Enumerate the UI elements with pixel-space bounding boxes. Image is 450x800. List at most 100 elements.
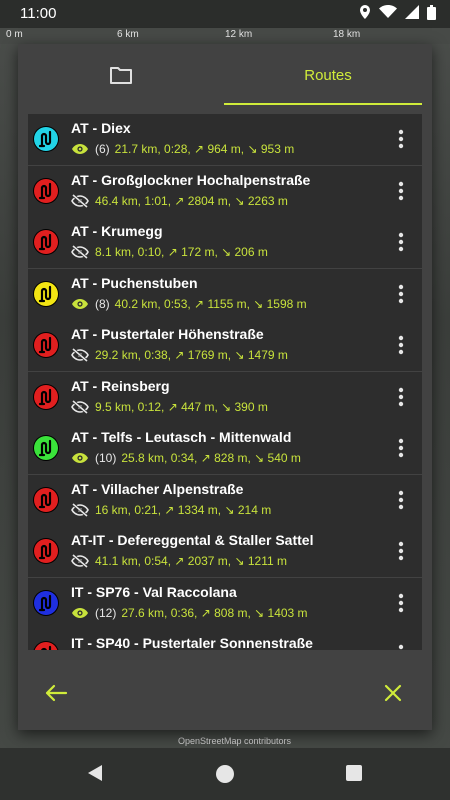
route-title: AT - Puchenstuben <box>71 274 198 291</box>
tab-folder[interactable] <box>18 44 224 106</box>
route-row[interactable]: IT - SP40 - Pustertaler Sonnenstraße <box>28 629 422 650</box>
route-stats: 25.8 km, 0:34, ↗ 828 m, ↘ 540 m <box>121 451 301 465</box>
eye-off-icon[interactable] <box>71 193 89 208</box>
route-subtitle: (12) 27.6 km, 0:36, ↗ 808 m, ↘ 1403 m <box>71 606 308 620</box>
back-button[interactable] <box>44 684 68 707</box>
route-title: AT - Reinsberg <box>71 377 170 394</box>
close-icon <box>384 684 402 702</box>
more-options-icon[interactable] <box>398 232 404 252</box>
route-badge-icon <box>34 436 58 460</box>
route-count: (10) <box>95 451 117 465</box>
route-stats: 46.4 km, 1:01, ↗ 2804 m, ↘ 2263 m <box>95 193 288 208</box>
route-title: IT - SP76 - Val Raccolana <box>71 583 237 600</box>
eye-off-icon[interactable] <box>71 244 89 260</box>
folder-icon <box>110 67 132 84</box>
route-count: (6) <box>95 142 110 156</box>
route-count: (8) <box>95 296 110 311</box>
route-subtitle: (8) 40.2 km, 0:53, ↗ 1155 m, ↘ 1598 m <box>71 297 307 311</box>
more-options-icon[interactable] <box>398 284 404 304</box>
more-options-icon[interactable] <box>398 387 404 407</box>
more-options-icon[interactable] <box>398 490 404 510</box>
route-stats: 8.1 km, 0:10, ↗ 172 m, ↘ 206 m <box>95 245 268 259</box>
status-time: 11:00 <box>20 5 57 22</box>
eye-icon[interactable] <box>71 297 89 311</box>
route-list[interactable]: AT - Diex (6) 21.7 km, 0:28, ↗ 964 m, ↘ 95… <box>28 114 422 650</box>
route-badge-icon <box>34 127 58 151</box>
route-stats: 29.2 km, 0:38, ↗ 1769 m, ↘ 1479 m <box>95 348 288 362</box>
more-options-icon[interactable] <box>398 335 404 355</box>
more-options-icon[interactable] <box>398 181 404 201</box>
route-stats: 16 km, 0:21, ↗ 1334 m, ↘ 214 m <box>95 502 272 517</box>
route-title: AT - Villacher Alpenstraße <box>71 480 244 497</box>
route-badge-icon <box>34 384 58 409</box>
route-badge-icon <box>34 333 58 357</box>
route-row[interactable]: AT - Diex (6) 21.7 km, 0:28, ↗ 964 m, ↘ 95… <box>28 114 422 165</box>
route-row[interactable]: AT - Telfs - Leutasch - Mittenwald (10) 25… <box>28 423 422 474</box>
route-subtitle: 29.2 km, 0:38, ↗ 1769 m, ↘ 1479 m <box>71 347 288 363</box>
route-subtitle: 9.5 km, 0:12, ↗ 447 m, ↘ 390 m <box>71 399 268 414</box>
more-options-icon[interactable] <box>398 593 404 613</box>
scale-label: 0 m <box>6 29 23 40</box>
route-stats: 9.5 km, 0:12, ↗ 447 m, ↘ 390 m <box>95 399 268 414</box>
route-row[interactable]: AT - Großglockner Hochalpenstraße 46.4 km… <box>28 165 422 217</box>
back-nav-icon[interactable] <box>86 764 104 782</box>
arrow-left-icon <box>45 684 68 702</box>
close-button[interactable] <box>384 684 402 707</box>
tab-routes[interactable]: Routes <box>224 44 432 106</box>
route-row[interactable]: AT - Pustertaler Höhenstraße 29.2 km, 0:3… <box>28 320 422 371</box>
route-row[interactable]: AT - Krumegg 8.1 km, 0:10, ↗ 172 m, ↘ 206… <box>28 217 422 268</box>
eye-off-icon[interactable] <box>71 502 89 517</box>
more-options-icon[interactable] <box>398 129 404 149</box>
route-badge-icon <box>34 642 58 650</box>
status-icons <box>359 4 436 20</box>
scale-label: 12 km <box>225 29 253 40</box>
route-badge-icon <box>34 487 58 512</box>
route-row[interactable]: AT - Villacher Alpenstraße 16 km, 0:21, ↗… <box>28 474 422 526</box>
route-subtitle: (6) 21.7 km, 0:28, ↗ 964 m, ↘ 953 m <box>71 142 294 156</box>
route-stats: 41.1 km, 0:54, ↗ 2037 m, ↘ 1211 m <box>95 554 287 568</box>
more-options-icon[interactable] <box>398 541 404 561</box>
wifi-icon <box>379 5 397 18</box>
eye-off-icon[interactable] <box>71 399 89 414</box>
eye-off-icon[interactable] <box>71 553 89 569</box>
route-stats: 21.7 km, 0:28, ↗ 964 m, ↘ 953 m <box>114 142 295 156</box>
scale-label: 18 km <box>333 29 361 40</box>
route-row[interactable]: IT - SP76 - Val Raccolana (12) 27.6 km, 0:… <box>28 577 422 629</box>
location-icon <box>360 5 370 19</box>
map-scale-bar: 0 m 6 km 12 km 18 km <box>0 28 450 44</box>
route-row[interactable]: AT - Reinsberg 9.5 km, 0:12, ↗ 447 m, ↘ 3… <box>28 371 422 423</box>
eye-icon[interactable] <box>71 142 89 156</box>
route-badge-icon <box>34 590 58 615</box>
eye-icon[interactable] <box>71 606 89 620</box>
route-subtitle: 8.1 km, 0:10, ↗ 172 m, ↘ 206 m <box>71 244 268 260</box>
route-title: AT - Pustertaler Höhenstraße <box>71 326 264 342</box>
dialog-footer <box>18 654 432 730</box>
signal-icon <box>405 5 419 19</box>
route-subtitle: 41.1 km, 0:54, ↗ 2037 m, ↘ 1211 m <box>71 553 287 569</box>
route-badge-icon <box>34 281 58 306</box>
route-subtitle: (10) 25.8 km, 0:34, ↗ 828 m, ↘ 540 m <box>71 451 301 465</box>
home-nav-icon[interactable] <box>215 764 235 784</box>
route-title: AT - Diex <box>71 120 131 136</box>
route-stats: 27.6 km, 0:36, ↗ 808 m, ↘ 1403 m <box>121 605 308 620</box>
route-title: AT - Telfs - Leutasch - Mittenwald <box>71 429 292 445</box>
route-subtitle: 16 km, 0:21, ↗ 1334 m, ↘ 214 m <box>71 502 272 517</box>
route-title: AT-IT - Defereggental & Staller Sattel <box>71 532 314 548</box>
status-bar: 11:00 <box>0 0 450 28</box>
recents-nav-icon[interactable] <box>345 764 363 782</box>
route-count: (12) <box>95 605 117 620</box>
more-options-icon[interactable] <box>398 644 404 650</box>
route-stats: 40.2 km, 0:53, ↗ 1155 m, ↘ 1598 m <box>114 296 307 311</box>
tab-indicator <box>224 103 422 105</box>
battery-icon <box>427 4 436 20</box>
route-subtitle: 46.4 km, 1:01, ↗ 2804 m, ↘ 2263 m <box>71 193 288 208</box>
eye-off-icon[interactable] <box>71 347 89 363</box>
route-title: IT - SP40 - Pustertaler Sonnenstraße <box>71 635 313 650</box>
route-row[interactable]: AT - Puchenstuben (8) 40.2 km, 0:53, ↗ 115… <box>28 268 422 320</box>
tab-routes-label: Routes <box>304 66 352 84</box>
more-options-icon[interactable] <box>398 438 404 458</box>
route-row[interactable]: AT-IT - Defereggental & Staller Sattel 41… <box>28 526 422 577</box>
route-title: AT - Krumegg <box>71 223 163 239</box>
eye-icon[interactable] <box>71 451 89 465</box>
tab-bar: Routes <box>18 44 432 106</box>
